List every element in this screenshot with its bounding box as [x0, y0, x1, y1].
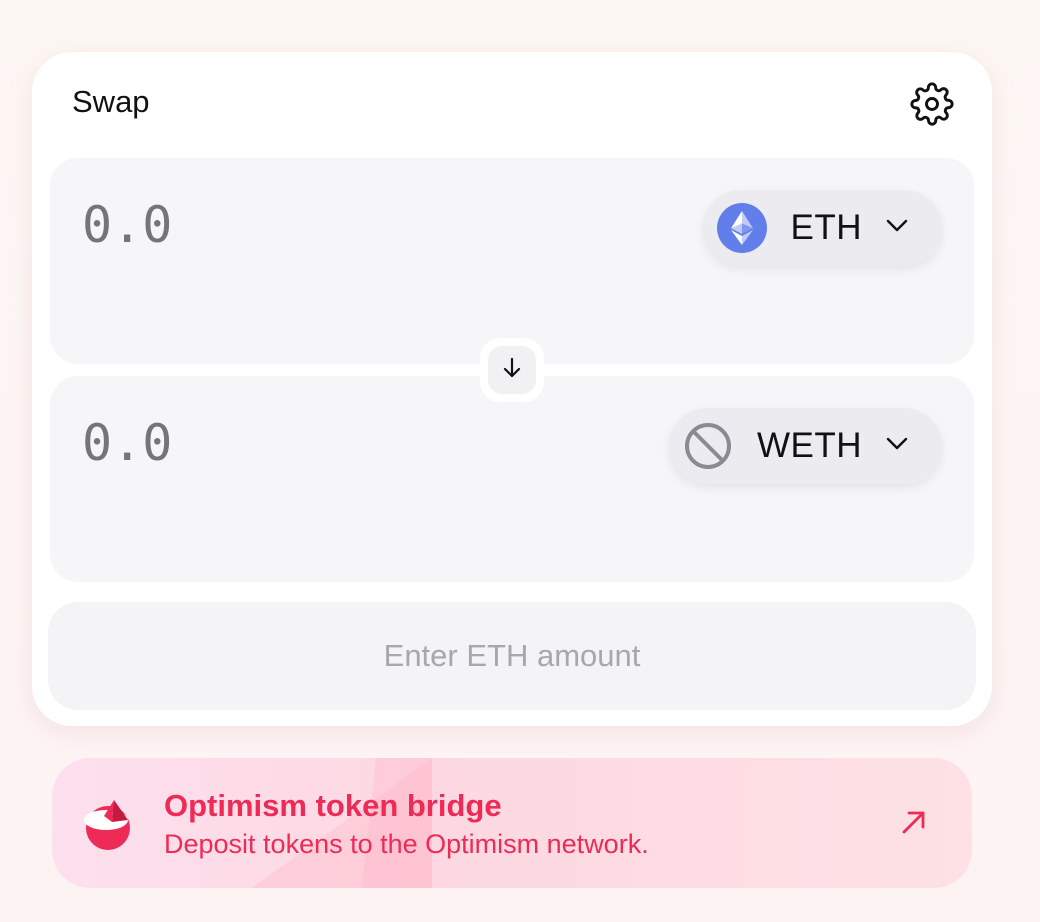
optimism-bridge-banner[interactable]: Optimism token bridge Deposit tokens to … — [52, 758, 972, 888]
chevron-down-icon — [886, 219, 908, 238]
output-token-symbol: WETH — [756, 426, 862, 465]
arrow-up-right-icon[interactable] — [900, 808, 928, 836]
input-token-selector[interactable]: ETH — [702, 190, 942, 266]
chevron-down-icon — [886, 437, 908, 456]
input-amount-field[interactable] — [82, 196, 382, 254]
bridge-subtitle: Deposit tokens to the Optimism network. — [164, 829, 649, 859]
swap-title: Swap — [72, 84, 150, 119]
swap-card: Swap ETH — [32, 52, 992, 726]
bridge-title: Optimism token bridge — [164, 788, 502, 823]
gear-icon[interactable] — [910, 82, 954, 126]
optimism-logo-icon — [82, 798, 134, 850]
output-panel: WETH — [50, 376, 974, 582]
enter-amount-button[interactable]: Enter ETH amount — [48, 602, 976, 710]
arrow-down-icon — [500, 356, 524, 385]
unsupported-token-icon — [683, 421, 733, 471]
ethereum-icon — [716, 203, 767, 253]
input-token-symbol: ETH — [790, 208, 862, 247]
output-token-selector[interactable]: WETH — [668, 408, 942, 484]
switch-tokens-button[interactable] — [480, 338, 544, 402]
output-amount-field[interactable] — [82, 414, 382, 472]
input-panel: ETH — [50, 158, 974, 364]
